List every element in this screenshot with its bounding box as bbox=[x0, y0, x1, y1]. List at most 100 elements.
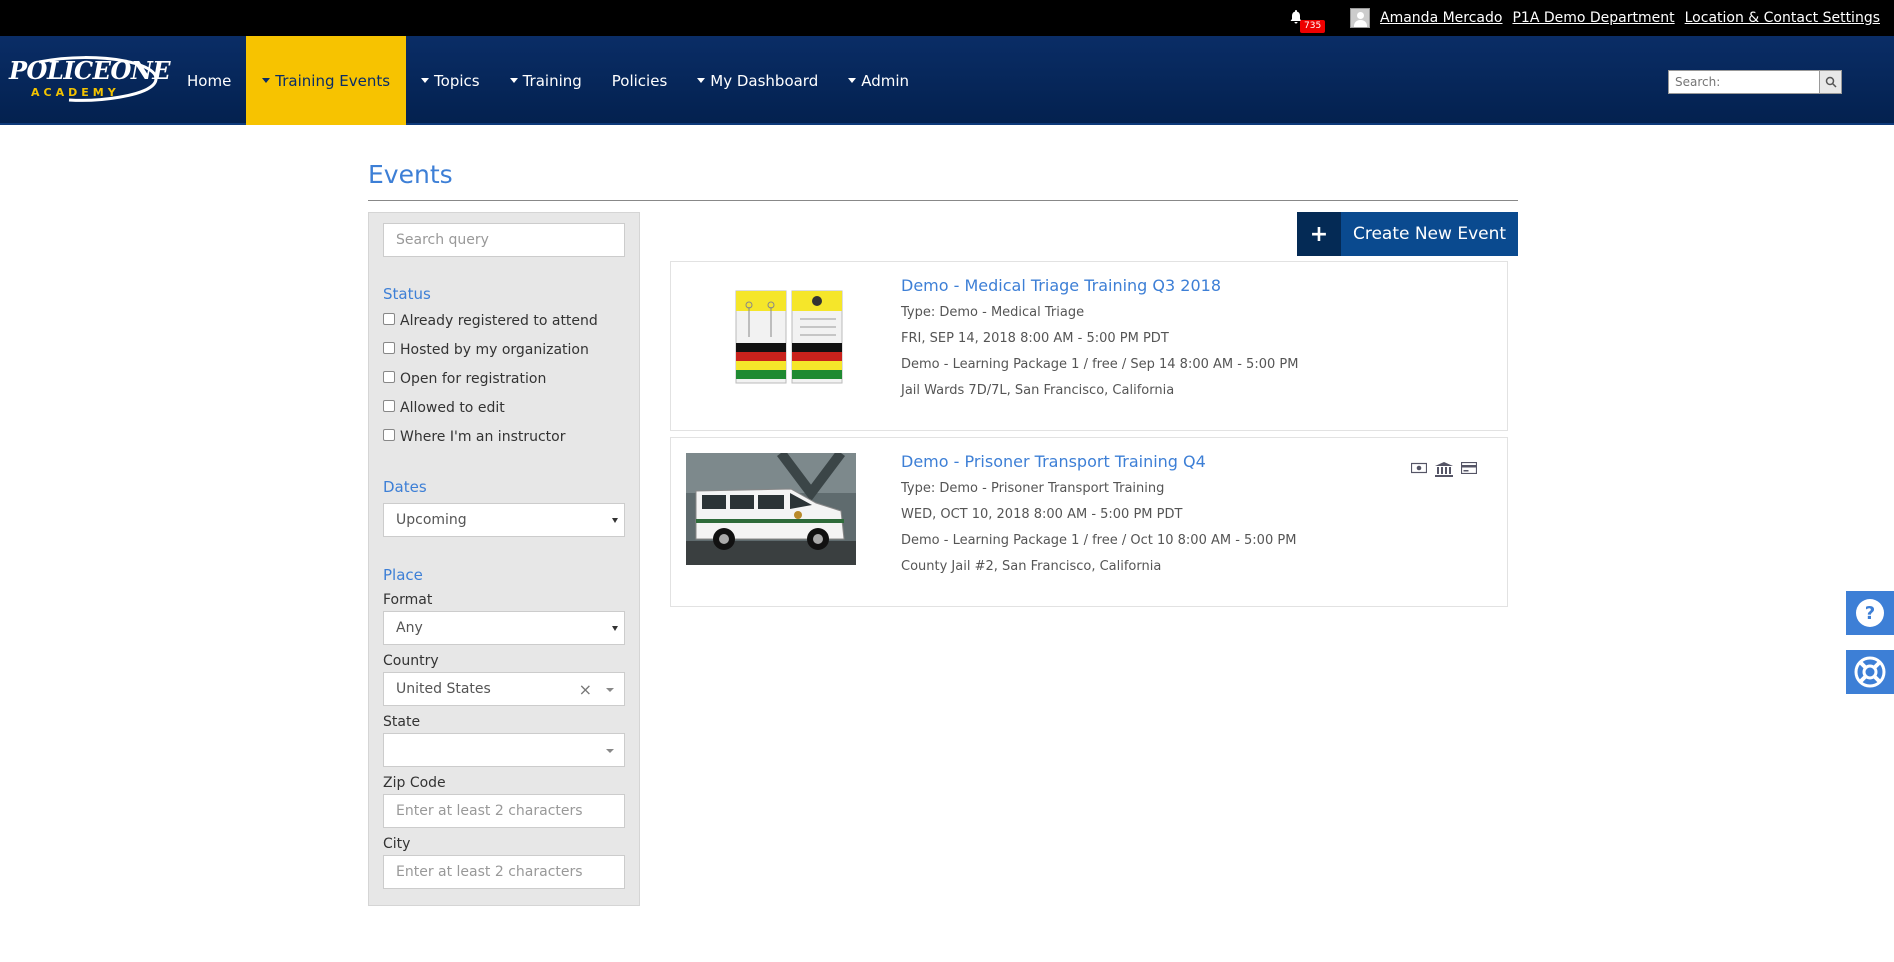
checkbox[interactable] bbox=[383, 342, 395, 354]
event-thumbnail[interactable] bbox=[686, 277, 856, 389]
format-select-value: Any bbox=[396, 620, 423, 636]
nav-policies-label: Policies bbox=[611, 71, 668, 90]
status-section-title: Status bbox=[383, 285, 431, 303]
status-option-label: Hosted by my organization bbox=[400, 342, 589, 358]
nav-training-events[interactable]: Training Events bbox=[246, 36, 407, 125]
credit-card-icon bbox=[1461, 462, 1477, 474]
location-settings-link[interactable]: Location & Contact Settings bbox=[1685, 10, 1880, 26]
event-title-link[interactable]: Demo - Medical Triage Training Q3 2018 bbox=[901, 276, 1298, 295]
event-type: Type: Demo - Prisoner Transport Training bbox=[901, 481, 1165, 496]
format-label: Format bbox=[383, 592, 433, 608]
lifebuoy-icon bbox=[1854, 656, 1886, 688]
main-navbar: POLICEONE ACADEMY Home Training Events T… bbox=[0, 36, 1894, 125]
checkbox[interactable] bbox=[383, 429, 395, 441]
chevron-down-icon bbox=[606, 688, 614, 692]
caret-down-icon bbox=[262, 78, 271, 83]
nav-policies[interactable]: Policies bbox=[597, 36, 682, 125]
nav-topics-label: Topics bbox=[434, 71, 480, 90]
state-select[interactable] bbox=[383, 733, 625, 767]
status-option-label: Open for registration bbox=[400, 371, 547, 387]
event-package: Demo - Learning Package 1 / free / Oct 1… bbox=[901, 533, 1297, 548]
city-label: City bbox=[383, 836, 411, 852]
zip-code-label: Zip Code bbox=[383, 775, 446, 791]
svg-text:?: ? bbox=[1865, 603, 1875, 624]
event-location: Jail Wards 7D/7L, San Francisco, Califor… bbox=[901, 383, 1175, 398]
create-new-event-label: Create New Event bbox=[1352, 224, 1507, 244]
notifications-button[interactable]: 735 bbox=[1288, 7, 1326, 33]
chevron-down-icon bbox=[606, 749, 614, 753]
event-date: FRI, SEP 14, 2018 8:00 AM - 5:00 PM PDT bbox=[901, 331, 1169, 346]
department-link[interactable]: P1A Demo Department bbox=[1512, 10, 1674, 26]
event-title-link[interactable]: Demo - Prisoner Transport Training Q4 bbox=[901, 452, 1296, 471]
status-option-label: Already registered to attend bbox=[400, 313, 598, 329]
nav-home-label: Home bbox=[187, 71, 232, 90]
status-option-registered[interactable]: Already registered to attend bbox=[383, 313, 598, 329]
country-select-value: United States bbox=[396, 681, 491, 697]
country-label: Country bbox=[383, 653, 439, 669]
plus-icon: + bbox=[1297, 212, 1341, 256]
chevron-down-icon bbox=[612, 518, 618, 523]
status-option-instructor[interactable]: Where I'm an instructor bbox=[383, 429, 566, 445]
status-option-edit[interactable]: Allowed to edit bbox=[383, 400, 505, 416]
zip-code-input[interactable] bbox=[383, 794, 625, 828]
user-menu: 735 Amanda Mercado P1A Demo Department L… bbox=[1288, 0, 1880, 36]
dates-select[interactable]: Upcoming bbox=[383, 503, 625, 537]
place-section-title: Place bbox=[383, 566, 423, 584]
transport-van-image bbox=[686, 453, 856, 565]
caret-down-icon bbox=[848, 78, 857, 83]
checkbox[interactable] bbox=[383, 371, 395, 383]
checkbox[interactable] bbox=[383, 400, 395, 412]
avatar bbox=[1350, 8, 1371, 28]
event-info: Demo - Medical Triage Training Q3 2018 T… bbox=[901, 276, 1298, 409]
search-query-input[interactable] bbox=[383, 223, 625, 257]
nav-training[interactable]: Training bbox=[495, 36, 597, 125]
search-icon bbox=[1825, 76, 1837, 88]
logo-sub-text: ACADEMY bbox=[31, 86, 120, 99]
page-title: Events bbox=[368, 160, 453, 189]
main-nav: Home Training Events Topics Training Pol… bbox=[172, 36, 924, 125]
city-input[interactable] bbox=[383, 855, 625, 889]
triage-tags-image bbox=[686, 277, 856, 389]
event-card: Demo - Prisoner Transport Training Q4 Ty… bbox=[670, 437, 1508, 607]
chevron-down-icon bbox=[612, 626, 618, 631]
global-search bbox=[1668, 70, 1842, 94]
nav-my-dashboard-label: My Dashboard bbox=[710, 71, 819, 90]
checkbox[interactable] bbox=[383, 313, 395, 325]
create-new-event-button[interactable]: + Create New Event bbox=[1297, 212, 1518, 256]
nav-home[interactable]: Home bbox=[172, 36, 246, 125]
title-divider bbox=[368, 200, 1518, 201]
status-option-hosted[interactable]: Hosted by my organization bbox=[383, 342, 589, 358]
dates-section-title: Dates bbox=[383, 478, 427, 496]
country-select[interactable]: United States × bbox=[383, 672, 625, 706]
nav-topics[interactable]: Topics bbox=[406, 36, 495, 125]
payment-icons bbox=[1411, 462, 1477, 478]
notification-count-badge: 735 bbox=[1300, 20, 1326, 33]
policeone-academy-logo[interactable]: POLICEONE ACADEMY bbox=[9, 54, 171, 106]
global-search-input[interactable] bbox=[1668, 70, 1820, 94]
dates-select-value: Upcoming bbox=[396, 512, 467, 528]
event-info: Demo - Prisoner Transport Training Q4 Ty… bbox=[901, 452, 1296, 585]
nav-admin[interactable]: Admin bbox=[833, 36, 924, 125]
format-select[interactable]: Any bbox=[383, 611, 625, 645]
status-option-open[interactable]: Open for registration bbox=[383, 371, 546, 387]
status-option-label: Allowed to edit bbox=[400, 400, 505, 416]
support-button[interactable] bbox=[1846, 650, 1894, 694]
bank-icon bbox=[1435, 462, 1453, 477]
event-location: County Jail #2, San Francisco, Californi… bbox=[901, 559, 1162, 574]
state-label: State bbox=[383, 714, 421, 730]
search-button[interactable] bbox=[1820, 70, 1842, 94]
event-date: WED, OCT 10, 2018 8:00 AM - 5:00 PM PDT bbox=[901, 507, 1183, 522]
event-thumbnail[interactable] bbox=[686, 453, 856, 565]
clear-icon[interactable]: × bbox=[579, 680, 592, 699]
caret-down-icon bbox=[697, 78, 706, 83]
cash-icon bbox=[1411, 462, 1427, 474]
event-type: Type: Demo - Medical Triage bbox=[901, 305, 1085, 320]
filter-sidebar: Status Already registered to attend Host… bbox=[368, 212, 640, 906]
top-utility-bar: 735 Amanda Mercado P1A Demo Department L… bbox=[0, 0, 1894, 36]
user-name-link[interactable]: Amanda Mercado bbox=[1380, 10, 1502, 26]
nav-training-label: Training bbox=[522, 71, 582, 90]
help-button[interactable]: ? bbox=[1846, 591, 1894, 635]
status-option-label: Where I'm an instructor bbox=[400, 429, 566, 445]
logo-brand-text: POLICEONE bbox=[9, 56, 171, 85]
nav-my-dashboard[interactable]: My Dashboard bbox=[682, 36, 833, 125]
